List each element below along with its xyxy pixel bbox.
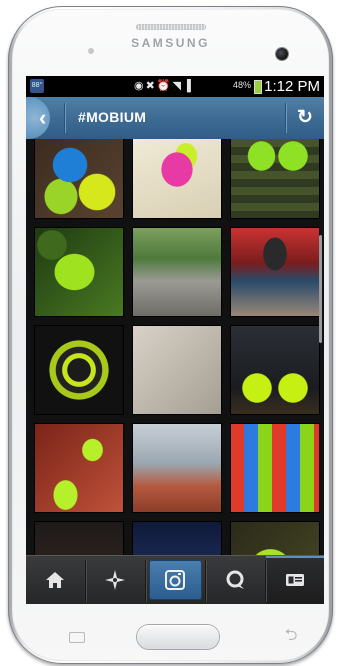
photo-thumbnail[interactable]	[34, 521, 124, 555]
tab-profile[interactable]	[266, 556, 324, 604]
refresh-icon: ↻	[297, 107, 313, 128]
refresh-button[interactable]: ↻	[286, 97, 324, 139]
photo-thumbnail[interactable]	[34, 227, 124, 317]
front-camera	[276, 48, 288, 60]
photo-thumbnail[interactable]	[230, 227, 320, 317]
wifi-icon: ◥	[172, 80, 183, 92]
tab-home[interactable]	[26, 556, 85, 604]
photo-thumbnail[interactable]	[132, 521, 222, 555]
tab-divider	[85, 560, 86, 602]
alarm-icon: ⏰	[156, 80, 173, 92]
screen: 88° ◉✖⏰◥▐ 48% 1:12 PM ‹ #MOBIUM ↻	[26, 76, 324, 604]
photo-thumbnail[interactable]	[230, 139, 320, 219]
photo-thumbnail[interactable]	[132, 139, 222, 219]
photo-thumbnail[interactable]	[230, 325, 320, 415]
scrollbar[interactable]	[319, 235, 322, 343]
photo-thumbnail[interactable]	[230, 521, 320, 555]
battery-icon	[254, 80, 262, 94]
tab-divider	[145, 560, 146, 602]
photo-thumbnail[interactable]	[132, 227, 222, 317]
chevron-left-icon: ‹	[39, 105, 47, 130]
signal-icon: ◉	[134, 80, 146, 92]
tab-divider	[205, 560, 206, 602]
back-key-icon[interactable]: ⮌	[278, 628, 304, 644]
app-bar: ‹ #MOBIUM ↻	[26, 97, 324, 140]
notification-icon: 88°	[30, 79, 44, 93]
tab-explore[interactable]	[86, 556, 145, 604]
status-icons: ◉✖⏰◥▐	[134, 79, 193, 92]
cell-signal-icon: ▐	[183, 80, 193, 92]
status-bar: 88° ◉✖⏰◥▐ 48% 1:12 PM	[26, 76, 324, 97]
mute-icon: ✖	[145, 80, 157, 92]
tab-news[interactable]	[206, 556, 265, 604]
tab-bar	[26, 555, 324, 604]
earpiece-speaker	[136, 24, 206, 30]
tab-divider	[265, 560, 266, 602]
photo-thumbnail[interactable]	[132, 325, 222, 415]
tab-camera[interactable]	[146, 556, 205, 604]
menu-key[interactable]	[64, 630, 90, 644]
home-key[interactable]	[137, 625, 219, 649]
proximity-sensor	[88, 48, 94, 54]
photo-thumbnail[interactable]	[132, 423, 222, 513]
photo-thumbnail[interactable]	[34, 423, 124, 513]
page-title: #MOBIUM	[78, 109, 147, 125]
photo-thumbnail[interactable]	[34, 325, 124, 415]
photo-thumbnail[interactable]	[34, 139, 124, 219]
battery-percent: 48%	[233, 80, 252, 90]
clock: 1:12 PM	[264, 78, 320, 95]
back-button[interactable]: ‹	[26, 97, 64, 139]
photo-thumbnail[interactable]	[230, 423, 320, 513]
photo-grid[interactable]	[26, 139, 324, 555]
